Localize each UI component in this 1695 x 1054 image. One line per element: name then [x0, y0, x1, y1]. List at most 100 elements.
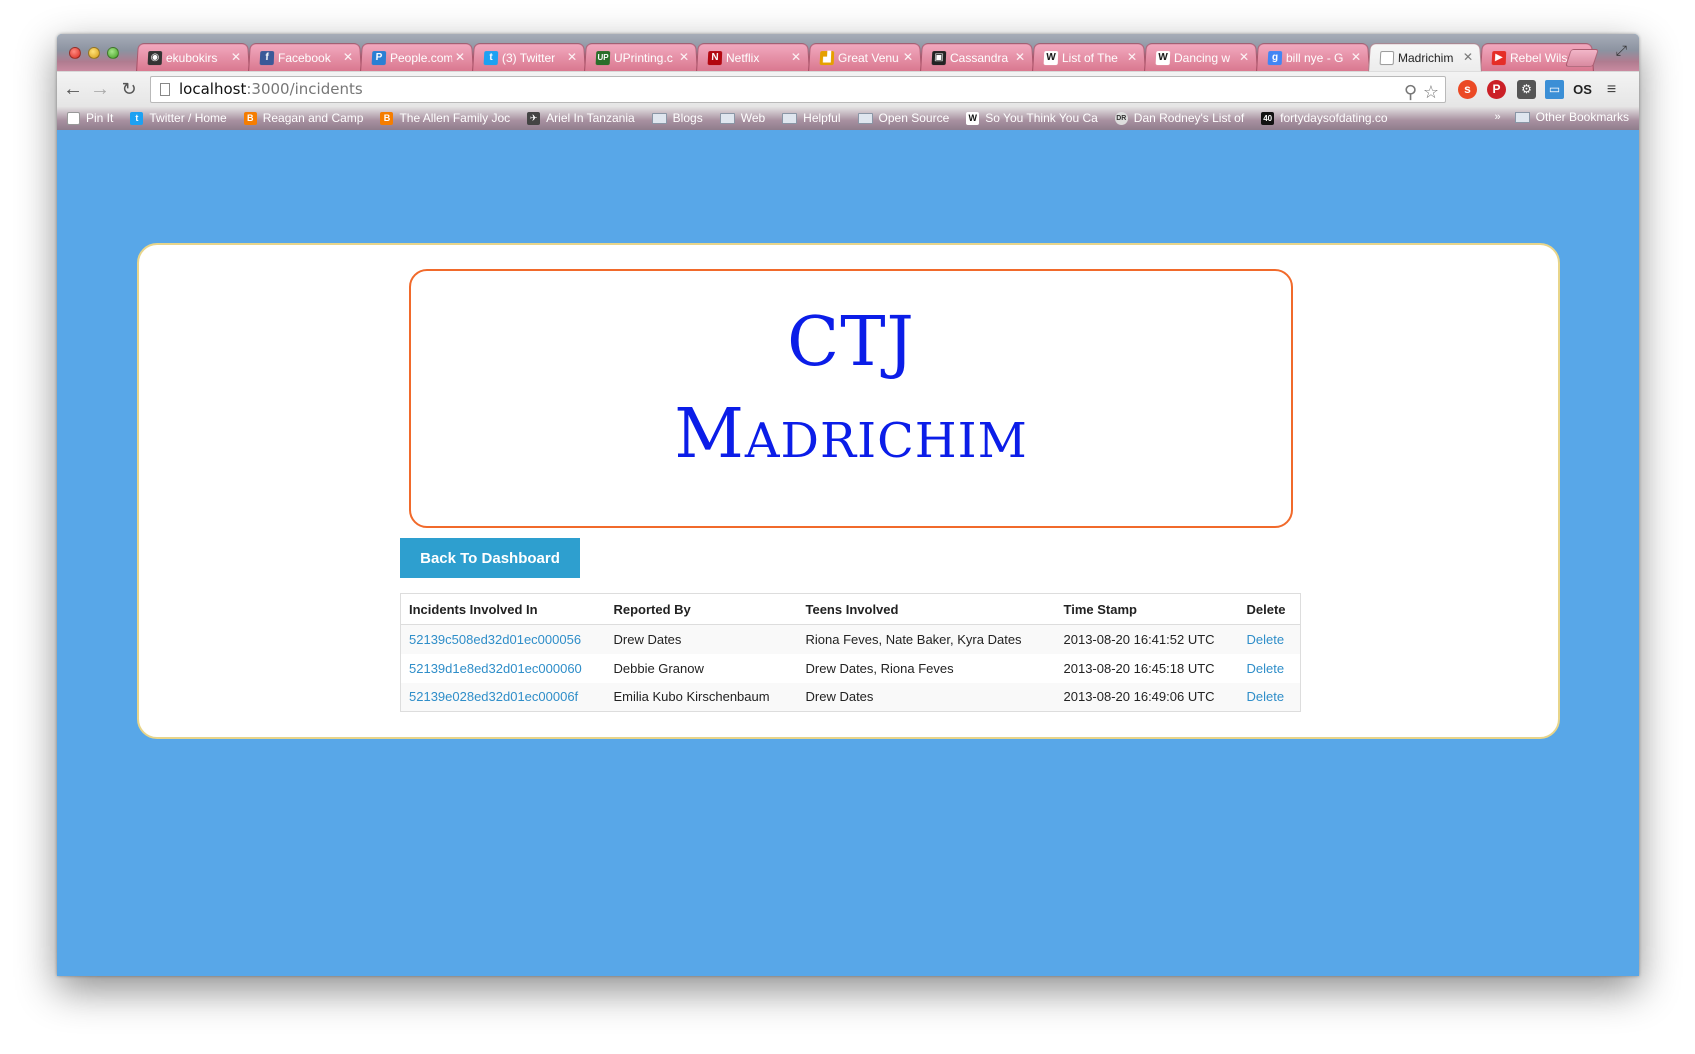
tab-3[interactable]: t (3) Twitter ✕ [472, 43, 586, 72]
header-teens-involved: Teens Involved [797, 593, 1056, 625]
incident-link[interactable]: 52139c508ed32d01ec000056 [409, 632, 581, 647]
other-bookmarks[interactable]: » Other Bookmarks [1495, 110, 1630, 124]
close-window-button[interactable] [69, 47, 81, 59]
folder-icon [1514, 111, 1530, 123]
close-tab-icon[interactable]: ✕ [343, 50, 354, 64]
close-tab-icon[interactable]: ✕ [455, 50, 466, 64]
google-icon: g [1267, 50, 1283, 65]
reported-by-cell: Drew Dates [605, 624, 798, 654]
people-icon: P [371, 50, 387, 65]
page-icon [67, 111, 80, 125]
delete-link[interactable]: Delete [1247, 632, 1285, 647]
bookmark-folder-helpful[interactable]: Helpful [782, 111, 841, 125]
fullscreen-icon[interactable]: ⤢ [1616, 42, 1627, 59]
bookmark-label: Helpful [803, 111, 841, 125]
search-icon[interactable]: ⚲ [1404, 80, 1417, 105]
new-tab-button[interactable] [1565, 49, 1599, 67]
wikipedia-icon: W [966, 111, 980, 125]
bookmarks-overflow-chevron-icon[interactable]: » [1495, 111, 1501, 123]
tab-list: ◉ ekubokirs ✕ f Facebook ✕ P People.com … [136, 43, 1594, 72]
timestamp-cell: 2013-08-20 16:49:06 UTC [1055, 682, 1239, 712]
close-tab-icon[interactable]: ✕ [1015, 50, 1026, 64]
table-row: 52139c508ed32d01ec000056 Drew Dates Rion… [400, 624, 1301, 654]
close-tab-icon[interactable]: ✕ [1127, 50, 1138, 64]
bookmark-folder-web[interactable]: Web [719, 111, 766, 125]
blogger-icon: B [380, 111, 394, 125]
tab-label: List of The [1061, 50, 1119, 65]
tab-2[interactable]: P People.com ✕ [360, 43, 474, 72]
bookmark-fortydaysofdating[interactable]: 40 fortydaysofdating.co [1261, 111, 1388, 125]
tab-label: Dancing w [1173, 50, 1231, 65]
tab-8[interactable]: W List of The ✕ [1032, 43, 1146, 72]
facebook-icon: f [259, 50, 275, 65]
incident-link[interactable]: 52139d1e8ed32d01ec000060 [409, 661, 582, 676]
close-tab-icon[interactable]: ✕ [903, 50, 914, 64]
bookmark-folder-blogs[interactable]: Blogs [651, 111, 703, 125]
close-tab-icon[interactable]: ✕ [1351, 50, 1362, 64]
browser-window: ◉ ekubokirs ✕ f Facebook ✕ P People.com … [57, 34, 1639, 976]
minimize-window-button[interactable] [88, 47, 100, 59]
bookmark-label: Dan Rodney's List of [1133, 111, 1245, 125]
forward-arrow-icon[interactable]: → [90, 79, 110, 99]
bookmark-label: Pin It [86, 111, 114, 125]
tab-6[interactable]: ▟ Great Venu ✕ [808, 43, 922, 72]
blogger-icon: B [243, 111, 257, 125]
teens-cell: Drew Dates, Riona Feves [805, 660, 954, 676]
close-tab-icon[interactable]: ✕ [1239, 50, 1250, 64]
close-tab-icon[interactable]: ✕ [1463, 50, 1474, 64]
bookmark-ariel-in-tanzania[interactable]: ✈ Ariel In Tanzania [527, 111, 635, 125]
tab-0[interactable]: ◉ ekubokirs ✕ [136, 43, 250, 72]
netflix-icon: N [707, 50, 723, 65]
tab-7[interactable]: ▣ Cassandra ✕ [920, 43, 1034, 72]
back-arrow-icon[interactable]: ← [63, 79, 83, 99]
address-path: :3000/incidents [246, 80, 363, 98]
gear-icon[interactable]: ⚙ [1517, 80, 1536, 99]
cast-icon[interactable]: ▭ [1545, 80, 1564, 99]
table-row: 52139e028ed32d01ec00006f Emilia Kubo Kir… [400, 682, 1301, 712]
reload-icon[interactable]: ↻ [119, 79, 139, 99]
tab-4[interactable]: UP UPrinting.c ✕ [584, 43, 698, 72]
folder-icon [782, 112, 798, 124]
tab-label: Rebel Wils [1509, 50, 1568, 65]
bookmark-allen-family[interactable]: B The Allen Family Joc [380, 111, 510, 125]
folder-icon [857, 112, 873, 124]
delete-link[interactable]: Delete [1247, 689, 1285, 704]
tab-label: bill nye - G [1285, 50, 1344, 65]
stumbleupon-icon[interactable]: s [1458, 80, 1477, 99]
os-extension-icon[interactable]: OS [1573, 80, 1592, 99]
bookmark-folder-open-source[interactable]: Open Source [857, 111, 949, 125]
star-icon[interactable]: ☆ [1423, 80, 1439, 105]
forty-icon: 40 [1261, 111, 1275, 125]
tab-label: Madrichim [1397, 50, 1454, 65]
tab-10[interactable]: g bill nye - G ✕ [1256, 43, 1370, 72]
zoom-window-button[interactable] [107, 47, 119, 59]
cassandra-icon: ▣ [931, 50, 947, 65]
address-bar[interactable]: localhost:3000/incidents ⚲ ☆ [150, 76, 1446, 103]
tab-label: (3) Twitter [501, 50, 556, 65]
header-delete: Delete [1238, 593, 1301, 625]
bookmark-so-you-think[interactable]: W So You Think You Ca [966, 111, 1098, 125]
close-tab-icon[interactable]: ✕ [231, 50, 242, 64]
tab-11-active[interactable]: Madrichim ✕ [1368, 43, 1482, 72]
header-time-stamp: Time Stamp [1055, 593, 1239, 625]
close-tab-icon[interactable]: ✕ [567, 50, 578, 64]
incident-link[interactable]: 52139e028ed32d01ec00006f [409, 689, 578, 704]
page-icon [1379, 50, 1395, 65]
bookmark-twitter-home[interactable]: t Twitter / Home [130, 111, 227, 125]
close-tab-icon[interactable]: ✕ [679, 50, 690, 64]
back-to-dashboard-button[interactable]: Back To Dashboard [400, 538, 580, 578]
bookmark-dan-rodney[interactable]: DR Dan Rodney's List of [1114, 111, 1245, 125]
bookmark-label: Web [740, 111, 766, 125]
menu-icon[interactable]: ≡ [1602, 80, 1621, 99]
pinterest-icon[interactable]: P [1487, 80, 1506, 99]
reported-by-cell: Debbie Granow [613, 660, 704, 676]
delete-link[interactable]: Delete [1247, 661, 1285, 676]
teens-cell: Riona Feves, Nate Baker, Kyra Dates [797, 624, 1056, 654]
tab-label: Netflix [725, 50, 760, 65]
tab-5[interactable]: N Netflix ✕ [696, 43, 810, 72]
bookmark-reagan-and-camp[interactable]: B Reagan and Camp [243, 111, 363, 125]
close-tab-icon[interactable]: ✕ [791, 50, 802, 64]
bookmark-pin-it[interactable]: Pin It [67, 111, 113, 125]
tab-1[interactable]: f Facebook ✕ [248, 43, 362, 72]
tab-9[interactable]: W Dancing w ✕ [1144, 43, 1258, 72]
